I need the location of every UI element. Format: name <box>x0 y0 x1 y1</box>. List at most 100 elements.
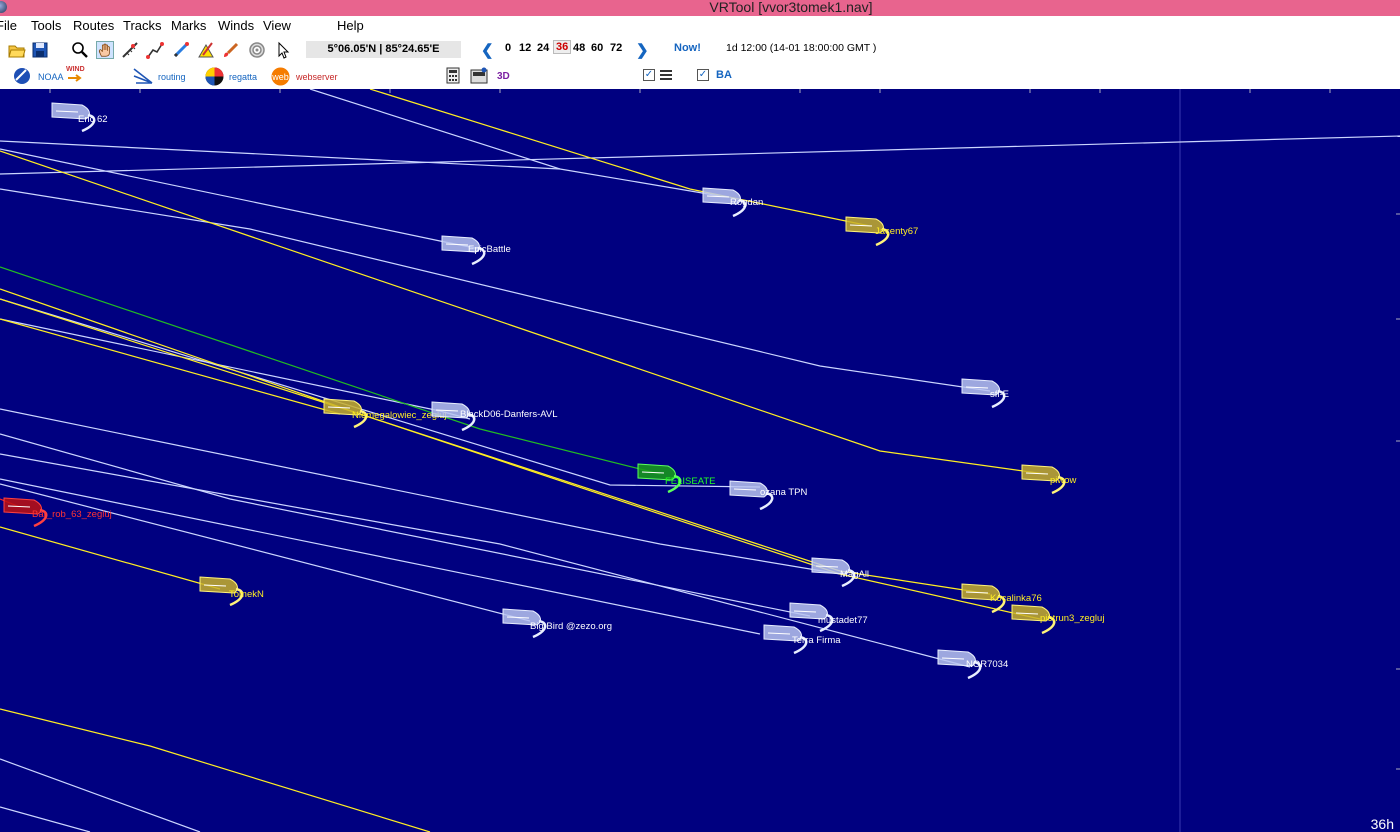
title-bar: VRTool [vvor3tomek1.nav] <box>0 0 1400 16</box>
boat-marker[interactable]: NOR7034 <box>937 649 1008 680</box>
draw-mark-icon[interactable] <box>197 41 215 59</box>
time-step-24[interactable]: 24 <box>537 42 549 54</box>
boat-name-label: piwow <box>1050 475 1077 486</box>
boat-tracks-white <box>0 89 1400 832</box>
track-line <box>0 526 221 590</box>
boat-marker[interactable]: ozana TPN <box>729 480 807 511</box>
track-line <box>0 806 91 832</box>
time-step-0[interactable]: 0 <box>505 42 511 54</box>
boat-marker[interactable]: Jacenty67 <box>845 216 918 247</box>
save-icon[interactable] <box>31 41 49 59</box>
pencil-icon[interactable] <box>172 41 190 59</box>
track-line <box>0 298 761 488</box>
boat-marker[interactable]: EpicBattle <box>441 235 511 266</box>
track-line-green <box>0 266 661 475</box>
route-tool-icon[interactable] <box>146 41 164 59</box>
track-line <box>0 318 341 415</box>
boat-name-label: EpicBattle <box>468 244 511 255</box>
time-step-72[interactable]: 72 <box>610 42 622 54</box>
boat-marker[interactable]: MagAll <box>811 557 869 588</box>
wind-arrow-icon <box>68 74 82 82</box>
boat-name-label: NOR7034 <box>966 659 1008 670</box>
map-canvas[interactable]: Eric 62RogdanJacenty67EpicBattlesfl-ENie… <box>0 89 1400 832</box>
routing-icon[interactable] <box>132 66 154 86</box>
menu-view[interactable]: View <box>263 18 291 33</box>
track-line <box>309 89 561 170</box>
list-menu-icon[interactable] <box>659 68 673 82</box>
menu-bar: File Tools Routes Tracks Marks Winds Vie… <box>0 16 1400 38</box>
track-line <box>0 288 991 595</box>
pointer-arrow-icon[interactable] <box>274 41 292 59</box>
calculator-icon[interactable] <box>446 67 460 84</box>
regatta-icon[interactable] <box>205 67 224 86</box>
chevron-left-icon[interactable]: ❮ <box>481 41 494 59</box>
track-line <box>0 135 1400 175</box>
3d-view-button[interactable]: 3D <box>497 71 510 82</box>
polar-calc-icon[interactable] <box>470 67 488 84</box>
ba-checkbox[interactable]: ✓ <box>697 69 709 81</box>
webserver-icon[interactable]: web <box>271 67 290 86</box>
svg-text:web: web <box>271 72 289 82</box>
boat-marker[interactable]: piotrun3_zegluj <box>1011 604 1104 635</box>
boat-marker[interactable]: TomekN <box>199 576 264 607</box>
menu-marks[interactable]: Marks <box>171 18 206 33</box>
noaa-globe-icon[interactable] <box>13 67 31 85</box>
window-title: VRTool [vvor3tomek1.nav] <box>709 0 873 15</box>
boat-name-label: ozana TPN <box>760 487 807 498</box>
regatta-label[interactable]: regatta <box>229 72 257 82</box>
track-line <box>0 708 431 832</box>
boat-marker[interactable]: Bar_rob_63_zegluj <box>3 497 112 528</box>
measure-icon[interactable] <box>121 41 139 59</box>
boat-name-label: mustadet77 <box>818 615 868 626</box>
boat-name-label: Jacenty67 <box>875 226 918 237</box>
boat-name-label: Terra Firma <box>792 635 841 646</box>
boat-marker[interactable]: Big Bird @zezo.org <box>502 608 612 639</box>
menu-tools[interactable]: Tools <box>31 18 61 33</box>
boat-name-label: FELISEATE <box>665 476 716 487</box>
boat-name-label: TomekN <box>229 589 264 600</box>
open-folder-icon[interactable] <box>8 41 26 59</box>
boat-marker[interactable]: piwow <box>1021 464 1077 495</box>
boat-marker[interactable]: Rogdan <box>702 187 763 218</box>
boat-marker[interactable]: BlackD06-Danfers-AVL <box>431 401 558 432</box>
pan-hand-icon[interactable] <box>96 41 114 59</box>
boat-name-label: Kocalinka76 <box>990 593 1042 604</box>
menu-routes[interactable]: Routes <box>73 18 114 33</box>
menu-tracks[interactable]: Tracks <box>123 18 162 33</box>
boat-name-label: Bar_rob_63_zegluj <box>32 509 112 520</box>
zoom-icon[interactable] <box>71 41 89 59</box>
track-line <box>0 318 471 420</box>
track-line <box>0 478 761 635</box>
boat-name-label: piotrun3_zegluj <box>1040 613 1104 624</box>
now-button[interactable]: Now! <box>674 42 701 54</box>
chevron-right-icon[interactable]: ❯ <box>636 41 649 59</box>
nav-map[interactable]: Eric 62 Rogdan Jacenty67 EpicBattle sfl-E Nie… <box>0 89 1400 832</box>
boat-name-label: Big Bird @zezo.org <box>530 621 612 632</box>
time-step-12[interactable]: 12 <box>519 42 531 54</box>
boat-marker[interactable]: Terra Firma <box>763 624 841 655</box>
time-step-36-selected[interactable]: 36 <box>553 40 572 54</box>
routing-label[interactable]: routing <box>158 72 186 82</box>
menu-winds[interactable]: Winds <box>218 18 254 33</box>
target-icon[interactable] <box>248 41 266 59</box>
boat-marker[interactable]: FELISEATE <box>637 463 716 494</box>
noaa-label[interactable]: NOAA <box>38 72 64 82</box>
menu-help[interactable]: Help <box>337 18 364 33</box>
track-line <box>0 483 531 622</box>
track-line <box>0 758 201 832</box>
time-step-48[interactable]: 48 <box>573 42 585 54</box>
wind-label[interactable]: WIND <box>66 66 85 73</box>
webserver-label[interactable]: webserver <box>296 72 338 82</box>
boat-name-label: sfl-E <box>990 389 1009 400</box>
layers-checkbox[interactable]: ✓ <box>643 69 655 81</box>
coordinates-display: 5°06.05'N | 85°24.65'E <box>306 41 461 58</box>
boat-marker[interactable]: sfl-E <box>961 378 1009 409</box>
track-line <box>0 150 1046 475</box>
ba-label: BA <box>716 69 732 81</box>
boat-marker[interactable]: Eric 62 <box>51 102 108 133</box>
paint-brush-icon[interactable] <box>222 41 240 59</box>
time-offset-label: 36h <box>1370 816 1394 832</box>
time-step-60[interactable]: 60 <box>591 42 603 54</box>
menu-file[interactable]: File <box>0 18 17 33</box>
boat-marker[interactable]: mustadet77 <box>789 602 868 633</box>
